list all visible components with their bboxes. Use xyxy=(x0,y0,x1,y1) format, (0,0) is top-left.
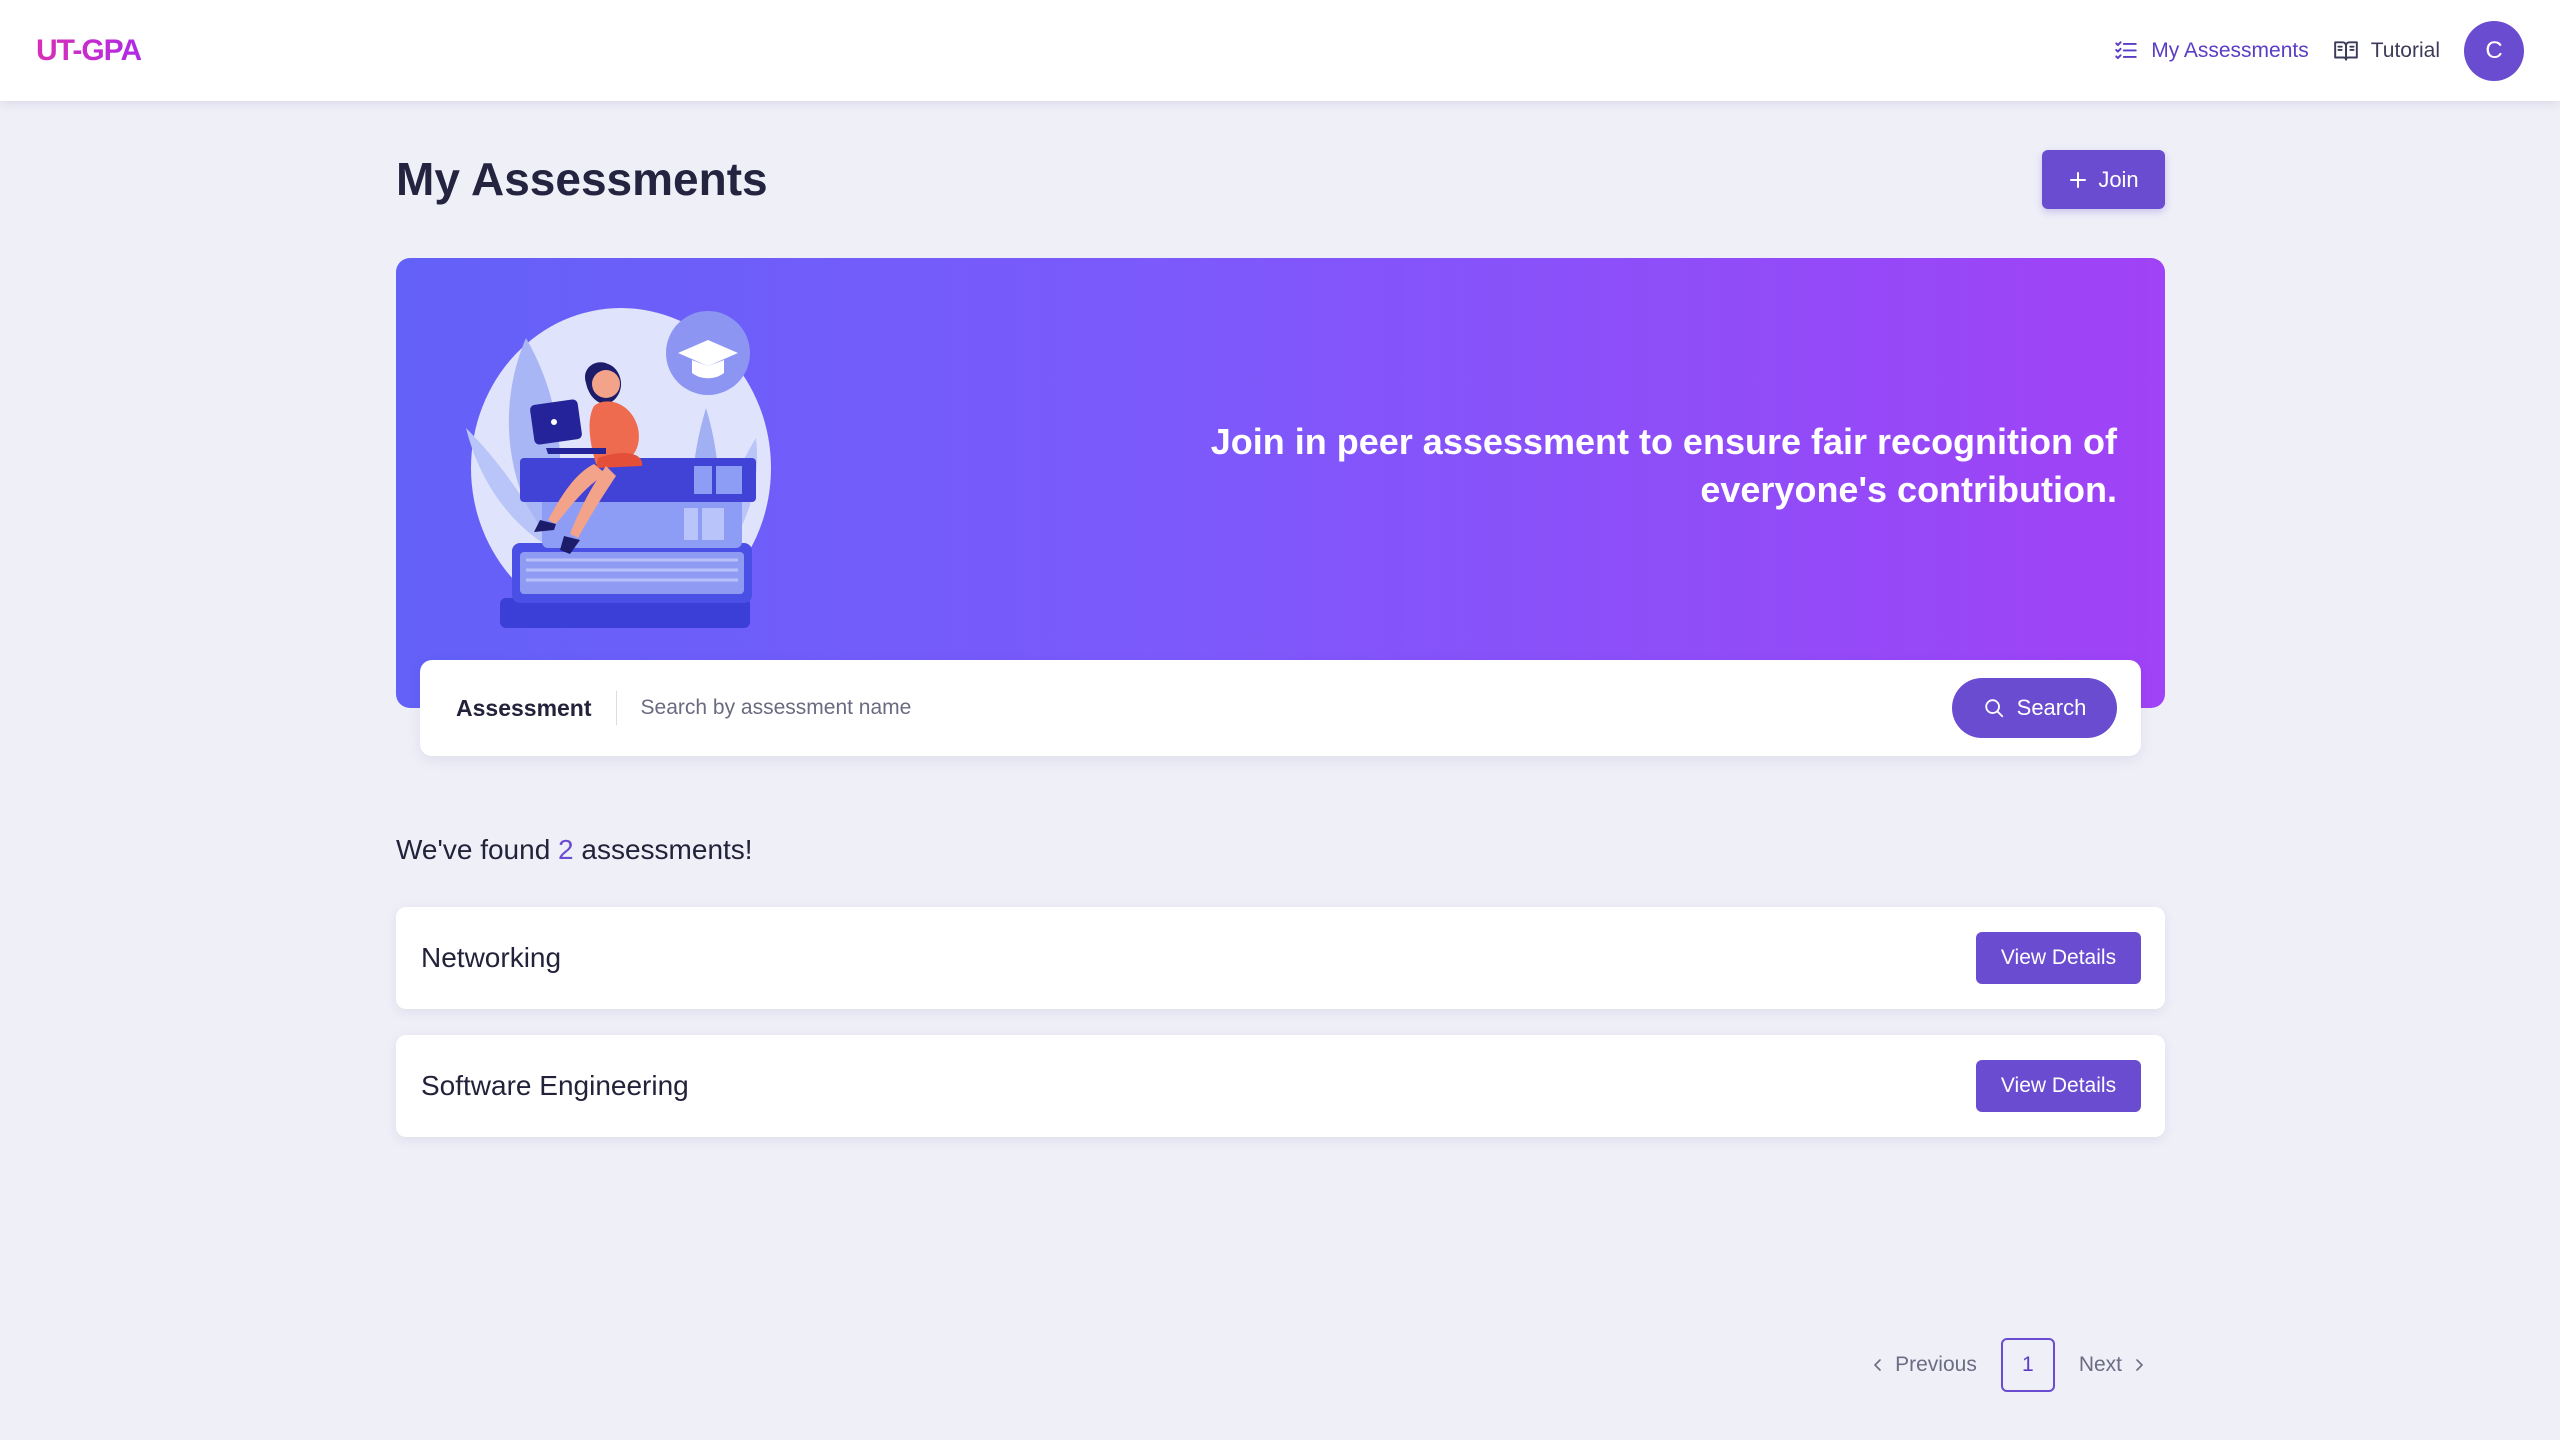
results-count: 2 xyxy=(558,834,574,865)
pagination: Previous 1 Next xyxy=(1871,1338,2146,1392)
nav-my-assessments[interactable]: My Assessments xyxy=(2113,38,2309,64)
results-prefix: We've found xyxy=(396,834,551,865)
join-button-label: Join xyxy=(2098,166,2139,192)
assessment-name: Networking xyxy=(421,942,562,973)
search-button[interactable]: Search xyxy=(1952,678,2117,738)
view-details-button[interactable]: View Details xyxy=(1976,932,2141,984)
search-button-label: Search xyxy=(2016,695,2087,720)
assessment-card: Networking View Details xyxy=(396,907,2165,1009)
assessment-name: Software Engineering xyxy=(421,1070,689,1101)
previous-page-button[interactable]: Previous xyxy=(1871,1353,1977,1377)
book-icon xyxy=(2333,40,2358,61)
nav-tutorial-label: Tutorial xyxy=(2370,38,2440,62)
join-button[interactable]: Join xyxy=(2042,150,2165,209)
previous-page-label: Previous xyxy=(1895,1353,1977,1376)
search-icon xyxy=(1984,699,2003,718)
next-page-button[interactable]: Next xyxy=(2079,1353,2146,1377)
nav-my-assessments-label: My Assessments xyxy=(2151,38,2309,62)
results-summary: We've found 2 assessments! xyxy=(396,834,753,866)
next-page-label: Next xyxy=(2078,1353,2122,1376)
assessment-card: Software Engineering View Details xyxy=(396,1035,2165,1137)
chevron-right-icon xyxy=(2136,1359,2143,1371)
page-title: My Assessments xyxy=(396,153,768,205)
search-category-label[interactable]: Assessment xyxy=(456,691,617,725)
user-avatar[interactable]: C xyxy=(2464,20,2524,81)
plus-icon xyxy=(2070,171,2087,188)
chevron-left-icon xyxy=(1874,1359,1881,1371)
results-suffix: assessments! xyxy=(581,834,753,865)
search-card: Assessment Search xyxy=(420,660,2141,756)
view-details-button[interactable]: View Details xyxy=(1976,1060,2141,1112)
main-nav: My Assessments Tutorial C xyxy=(2113,20,2524,81)
search-input[interactable] xyxy=(640,683,1952,733)
top-navigation-bar: UT-GPA My Assessments Tutorial C xyxy=(0,0,2560,101)
nav-tutorial[interactable]: Tutorial xyxy=(2333,38,2440,64)
hero-banner: Join in peer assessment to ensure fair r… xyxy=(396,258,2165,708)
current-page-number[interactable]: 1 xyxy=(2000,1338,2055,1392)
brand-logo[interactable]: UT-GPA xyxy=(36,34,142,68)
list-check-icon xyxy=(2115,40,2137,59)
hero-tagline: Join in peer assessment to ensure fair r… xyxy=(1210,421,2117,510)
person-on-books-illustration xyxy=(466,308,771,628)
